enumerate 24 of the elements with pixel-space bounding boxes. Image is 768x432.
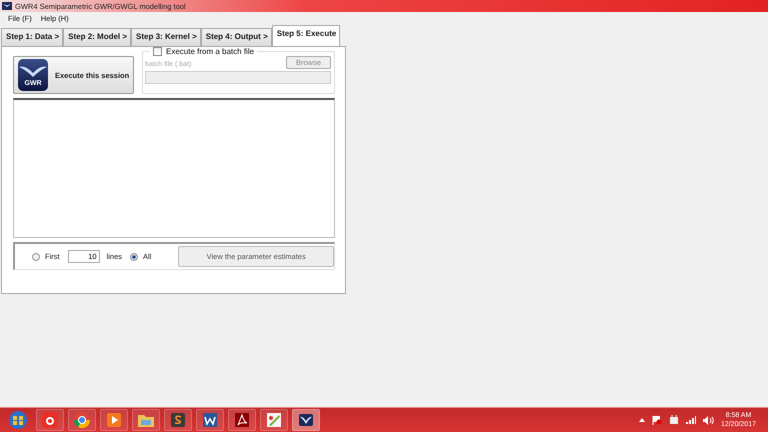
app-icon [2, 2, 12, 10]
speaker-icon[interactable] [702, 416, 714, 424]
tab[interactable]: Step 2: Model > [63, 28, 132, 46]
folder-icon[interactable] [132, 409, 160, 431]
signal-icon[interactable] [686, 416, 696, 424]
tab[interactable]: Step 5: Execute [272, 25, 340, 46]
browser-icon[interactable] [68, 409, 96, 431]
tab[interactable]: Step 4: Output > [200, 28, 272, 46]
tab[interactable]: Step 1: Data > [1, 28, 64, 46]
pdf-icon[interactable] [228, 409, 256, 431]
gwr-app-icon[interactable] [292, 409, 320, 431]
radio-button[interactable] [32, 252, 40, 260]
flag-icon[interactable] [652, 415, 662, 425]
document-icon[interactable] [196, 409, 224, 431]
arrow-up-icon[interactable] [638, 418, 645, 422]
plug-icon[interactable] [668, 415, 679, 425]
checkbox-label: Execute from a batch file [166, 47, 254, 56]
paint-icon[interactable] [260, 409, 288, 431]
camera-icon[interactable] [36, 409, 64, 431]
play-icon[interactable] [100, 409, 128, 431]
radio-button[interactable] [130, 252, 138, 260]
tab[interactable]: Step 3: Kernel > [131, 28, 201, 46]
input-field[interactable] [145, 71, 331, 84]
editor-icon[interactable] [164, 409, 192, 431]
